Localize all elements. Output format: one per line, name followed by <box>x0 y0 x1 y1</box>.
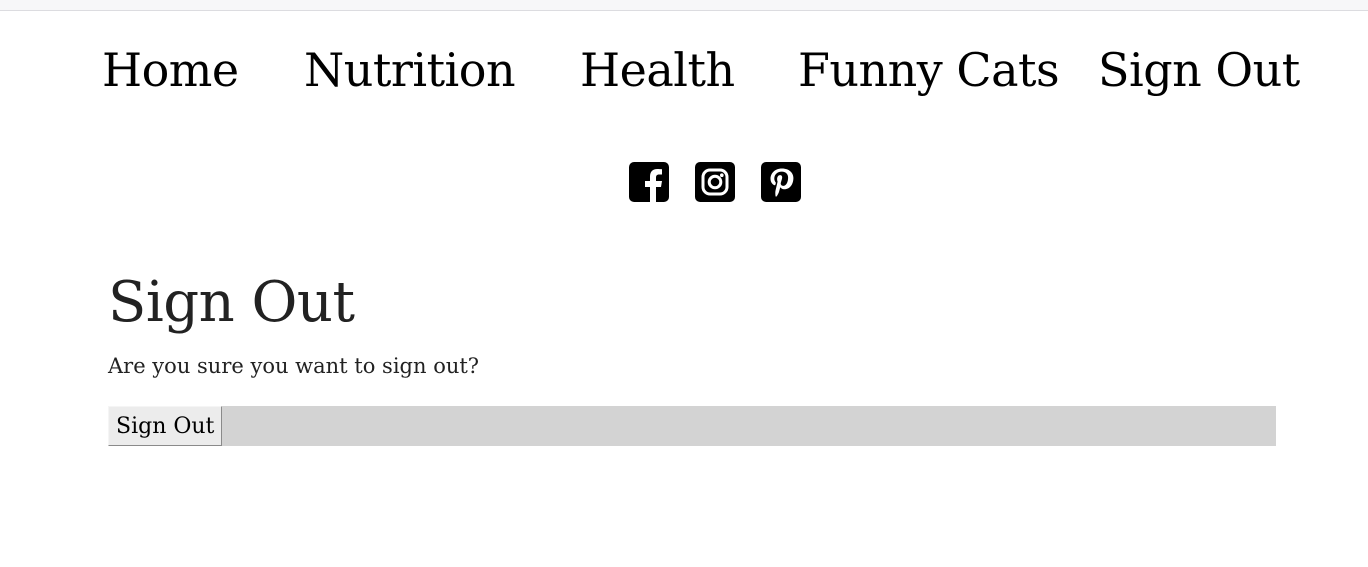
nav-link-home[interactable]: Home <box>102 42 239 98</box>
nav-link-nutrition[interactable]: Nutrition <box>304 42 516 98</box>
browser-top-strip <box>0 0 1368 11</box>
page-title: Sign Out <box>108 270 355 335</box>
sign-out-prompt: Are you sure you want to sign out? <box>108 354 480 378</box>
sign-out-section: Sign Out Are you sure you want to sign o… <box>108 270 1276 379</box>
sign-out-form: Sign Out <box>108 406 1276 446</box>
facebook-icon[interactable] <box>629 162 669 202</box>
nav-link-funny-cats[interactable]: Funny Cats <box>798 42 1060 98</box>
main-navigation: Home Nutrition Health Funny Cats Sign Ou… <box>0 42 1368 102</box>
nav-link-health[interactable]: Health <box>580 42 735 98</box>
instagram-icon[interactable] <box>695 162 735 202</box>
nav-link-sign-out[interactable]: Sign Out <box>1098 42 1300 98</box>
sign-out-button[interactable]: Sign Out <box>108 406 223 446</box>
pinterest-icon[interactable] <box>761 162 801 202</box>
social-links <box>629 162 801 202</box>
